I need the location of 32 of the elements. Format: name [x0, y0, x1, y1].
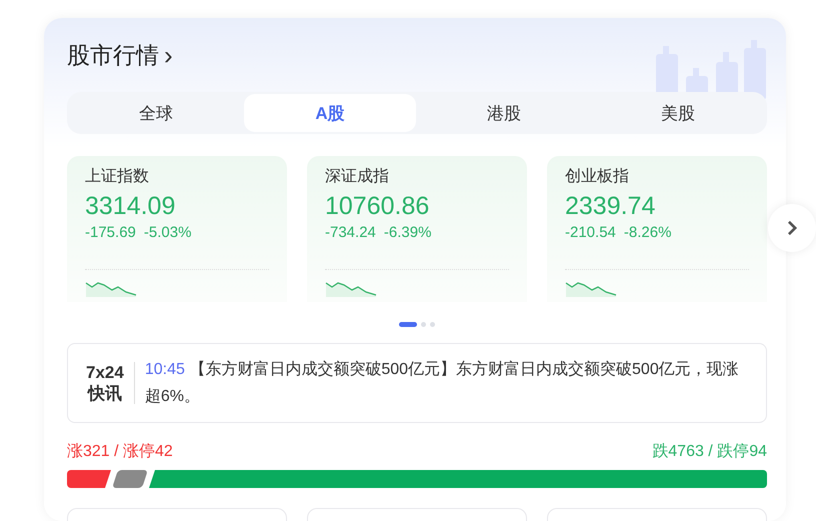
chevron-icon[interactable]: ›: [164, 42, 173, 68]
news-brand: 7x24: [86, 362, 124, 383]
index-change: -210.54: [565, 224, 616, 241]
index-value: 10760.86: [325, 192, 430, 221]
index-name: 上证指数: [85, 166, 150, 187]
index-card[interactable]: 深证成指 10760.86 -734.24 -6.39%: [307, 156, 527, 302]
index-change: -734.24: [325, 224, 376, 241]
index-percent: -5.03%: [144, 224, 192, 241]
page-dot[interactable]: [421, 322, 426, 326]
index-card[interactable]: 上证指数 3314.09 -175.69 -5.03%: [67, 156, 287, 302]
page-dot[interactable]: [430, 322, 435, 326]
index-percent: -8.26%: [624, 224, 672, 241]
index-value: 3314.09: [85, 192, 176, 221]
news-card[interactable]: 7x24 快讯 10:45 【东方财富日内成交额突破500亿元】东方财富日内成交额突破500亿元，现涨超6%。: [67, 343, 767, 423]
news-text[interactable]: 10:45 【东方财富日内成交额突破500亿元】东方财富日内成交额突破500亿元，现涨超6%。: [134, 356, 740, 410]
tab[interactable]: A股: [244, 94, 416, 132]
index-name: 创业板指: [565, 166, 630, 187]
breadth-segment: [67, 470, 111, 488]
tab[interactable]: 港股: [418, 94, 590, 132]
index-percent: -6.39%: [384, 224, 432, 241]
fall-count: 跌4763 / 跌停94: [652, 442, 767, 462]
news-brand: 快讯: [88, 383, 122, 404]
index-change: -175.69: [85, 224, 136, 241]
tab[interactable]: 美股: [592, 94, 764, 132]
rise-count: 涨321 / 涨停42: [67, 442, 173, 462]
next-button[interactable]: [768, 204, 816, 252]
section-title[interactable]: 股市行情: [67, 40, 159, 70]
index-value: 2339.74: [565, 192, 656, 221]
chevron-right-icon: [786, 220, 798, 236]
index-card[interactable]: 创业板指 2339.74 -210.54 -8.26%: [547, 156, 767, 302]
tab[interactable]: 全球: [70, 94, 242, 132]
index-name: 深证成指: [325, 166, 390, 187]
